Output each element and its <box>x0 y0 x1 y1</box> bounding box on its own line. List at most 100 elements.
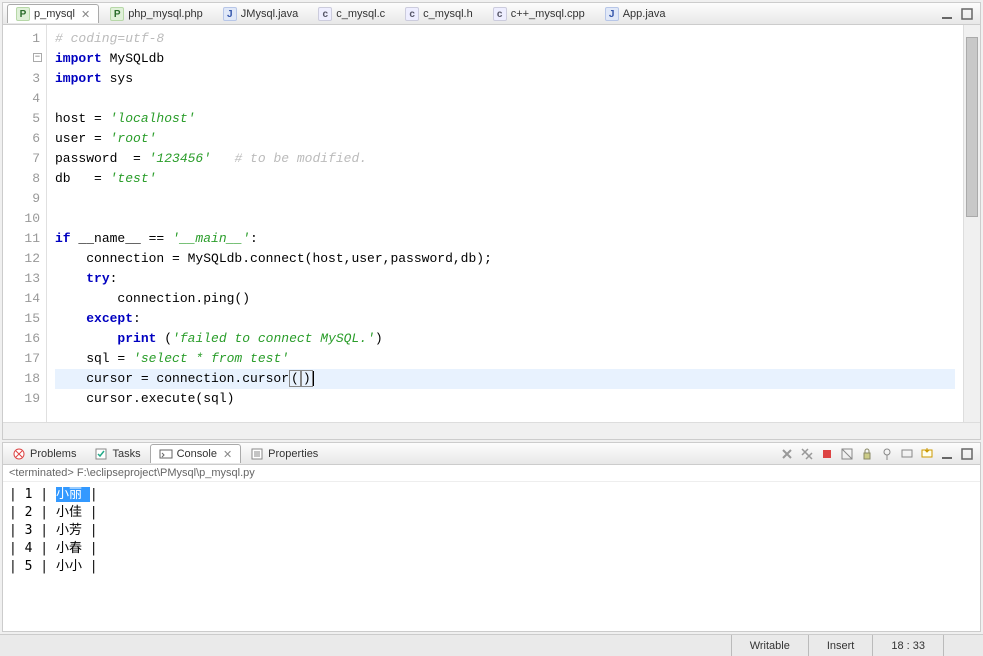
status-cursor-position: 18 : 33 <box>872 635 943 656</box>
scrollbar-thumb[interactable] <box>966 37 978 217</box>
line-number: 17 <box>7 349 40 369</box>
fold-toggle-icon[interactable]: − <box>33 53 42 62</box>
horizontal-scrollbar[interactable] <box>3 422 980 439</box>
editor-tab-p_mysql[interactable]: Pp_mysql✕ <box>7 4 99 23</box>
line-number: 6 <box>7 129 40 149</box>
clear-console-icon[interactable] <box>840 447 854 461</box>
minimize-view-icon[interactable] <box>940 447 954 461</box>
code-line[interactable] <box>55 209 955 229</box>
tab-label: JMysql.java <box>241 8 298 20</box>
tab-label: c_mysql.h <box>423 8 473 20</box>
code-line[interactable]: db = 'test' <box>55 169 955 189</box>
editor-tab-app-java[interactable]: JApp.java <box>596 4 675 23</box>
scroll-lock-icon[interactable] <box>860 447 874 461</box>
code-line[interactable]: host = 'localhost' <box>55 109 955 129</box>
view-tab-properties[interactable]: Properties <box>241 444 327 463</box>
code-line[interactable]: user = 'root' <box>55 129 955 149</box>
line-number: 9 <box>7 189 40 209</box>
minimize-icon[interactable] <box>940 7 954 21</box>
file-type-icon: c <box>318 7 332 21</box>
code-line[interactable]: except: <box>55 309 955 329</box>
line-number: 15 <box>7 309 40 329</box>
editor-tab-php_mysql-php[interactable]: Pphp_mysql.php <box>101 4 212 23</box>
open-console-icon[interactable] <box>920 447 934 461</box>
code-line[interactable]: if __name__ == '__main__': <box>55 229 955 249</box>
console-row[interactable]: | 4 | 小春 | <box>9 540 974 558</box>
view-tab-bar: Problems Tasks Console ✕ Properties <box>3 443 980 465</box>
line-number: 4 <box>7 89 40 109</box>
tab-label: c++_mysql.cpp <box>511 8 585 20</box>
file-type-icon: J <box>605 7 619 21</box>
editor-tab-c_mysql-c[interactable]: c c_mysql.c <box>309 4 394 23</box>
code-line[interactable]: sql = 'select * from test' <box>55 349 955 369</box>
code-line[interactable]: cursor.execute(sql) <box>55 389 955 409</box>
code-line[interactable]: # coding=utf-8 <box>55 29 955 49</box>
console-row[interactable]: | 2 | 小佳 | <box>9 504 974 522</box>
editor-tab-bar: Pp_mysql✕Pphp_mysql.phpJJMysql.javacc_my… <box>3 3 980 25</box>
status-insert-mode: Insert <box>808 635 873 656</box>
line-number: 18 <box>7 369 40 389</box>
line-number: 14 <box>7 289 40 309</box>
close-icon[interactable]: ✕ <box>223 448 232 461</box>
code-line[interactable]: cursor = connection.cursor() <box>55 369 955 389</box>
display-console-icon[interactable] <box>900 447 914 461</box>
file-type-icon: P <box>16 7 30 21</box>
code-line[interactable] <box>55 189 955 209</box>
pin-console-icon[interactable] <box>880 447 894 461</box>
console-row[interactable]: | 5 | 小小 | <box>9 558 974 576</box>
line-number: 10 <box>7 209 40 229</box>
line-number: 12 <box>7 249 40 269</box>
code-line[interactable]: connection.ping() <box>55 289 955 309</box>
remove-launch-icon[interactable] <box>780 447 794 461</box>
terminate-icon[interactable] <box>820 447 834 461</box>
maximize-view-icon[interactable] <box>960 447 974 461</box>
editor-toolbar <box>940 7 980 21</box>
view-tab-label: Problems <box>30 448 76 460</box>
tab-label: php_mysql.php <box>128 8 203 20</box>
view-tab-console[interactable]: Console ✕ <box>150 444 242 463</box>
file-type-icon: c <box>405 7 419 21</box>
properties-icon <box>250 447 264 461</box>
line-number: 7 <box>7 149 40 169</box>
editor-tab-c_mysql-h[interactable]: c c_mysql.h <box>396 4 482 23</box>
status-writable: Writable <box>731 635 808 656</box>
line-number: 8 <box>7 169 40 189</box>
file-type-icon: J <box>223 7 237 21</box>
line-number-gutter: 12−345678910111213141516171819 <box>3 25 47 422</box>
console-output[interactable]: | 1 | 小丽 || 2 | 小佳 || 3 | 小芳 || 4 | 小春 |… <box>3 482 980 631</box>
code-line[interactable]: import MySQLdb <box>55 49 955 69</box>
tab-label: c_mysql.c <box>336 8 385 20</box>
console-launch-header: <terminated> F:\eclipseproject\PMysql\p_… <box>3 465 980 482</box>
view-tab-tasks[interactable]: Tasks <box>85 444 149 463</box>
code-line[interactable]: connection = MySQLdb.connect(host,user,p… <box>55 249 955 269</box>
views-region: Problems Tasks Console ✕ Properties <termina… <box>2 442 981 632</box>
status-empty <box>943 635 983 656</box>
editor-tab-jmysql-java[interactable]: J JMysql.java <box>214 4 307 23</box>
console-row[interactable]: | 3 | 小芳 | <box>9 522 974 540</box>
view-tab-label: Console <box>177 448 217 460</box>
code-line[interactable]: password = '123456' # to be modified. <box>55 149 955 169</box>
view-tab-label: Properties <box>268 448 318 460</box>
status-bar: Writable Insert 18 : 33 <box>0 634 983 656</box>
vertical-scrollbar[interactable] <box>963 25 980 422</box>
line-number: 11 <box>7 229 40 249</box>
editor-region: Pp_mysql✕Pphp_mysql.phpJJMysql.javacc_my… <box>2 2 981 440</box>
view-tab-label: Tasks <box>112 448 140 460</box>
close-icon[interactable]: ✕ <box>81 8 90 21</box>
editor-tab-c-_mysql-cpp[interactable]: c c++_mysql.cpp <box>484 4 594 23</box>
code-line[interactable]: print ('failed to connect MySQL.') <box>55 329 955 349</box>
maximize-icon[interactable] <box>960 7 974 21</box>
line-number: 2− <box>7 49 40 69</box>
code-line[interactable]: import sys <box>55 69 955 89</box>
file-type-icon: c <box>493 7 507 21</box>
line-number: 16 <box>7 329 40 349</box>
editor-area: 12−345678910111213141516171819 # coding=… <box>3 25 980 422</box>
code-editor[interactable]: # coding=utf-8import MySQLdbimport sys ho… <box>47 25 963 422</box>
console-row[interactable]: | 1 | 小丽 | <box>9 486 974 504</box>
code-line[interactable] <box>55 89 955 109</box>
file-type-icon: P <box>110 7 124 21</box>
view-tab-problems[interactable]: Problems <box>3 444 85 463</box>
line-number: 5 <box>7 109 40 129</box>
remove-all-icon[interactable] <box>800 447 814 461</box>
code-line[interactable]: try: <box>55 269 955 289</box>
